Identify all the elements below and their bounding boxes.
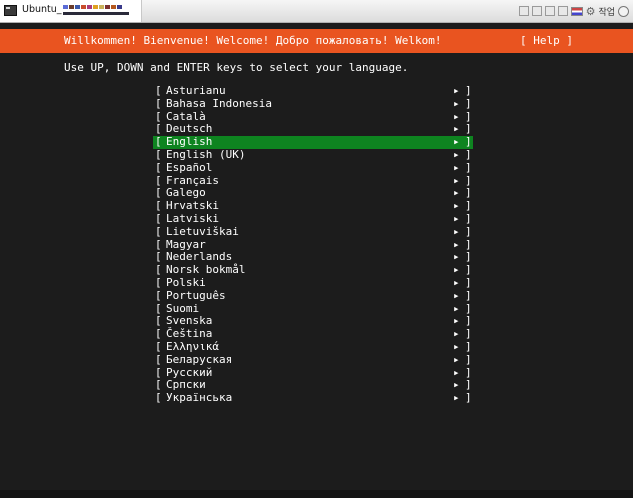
installer-window: Ubuntu_ ⚙ 작업 Willkommen! Bienvenue! Welc…: [0, 0, 633, 498]
open-bracket: [: [155, 339, 162, 353]
language-item[interactable]: [ Беларуская ▸]: [153, 352, 473, 367]
close-bracket: ]: [465, 288, 472, 302]
language-item[interactable]: [ Ελληνικά ▸]: [153, 339, 473, 354]
close-bracket: ]: [465, 224, 472, 238]
language-item[interactable]: [ Português ▸]: [153, 288, 473, 303]
close-bracket: ]: [465, 352, 472, 366]
language-name: Español: [166, 160, 213, 174]
window-button[interactable]: [557, 6, 568, 16]
language-item[interactable]: [ Lietuviškai ▸]: [153, 224, 473, 239]
language-name: Bahasa Indonesia: [166, 96, 272, 110]
open-bracket: [: [155, 352, 162, 366]
circle-button-icon[interactable]: [618, 5, 629, 17]
restore-button[interactable]: [531, 6, 542, 16]
language-item[interactable]: [ Bahasa Indonesia ▸]: [153, 96, 473, 111]
bottom-edge: [0, 490, 633, 498]
language-name: Polski: [166, 275, 206, 289]
welcome-text: Willkommen! Bienvenue! Welcome! Добро по…: [64, 34, 442, 47]
language-name: Português: [166, 288, 226, 302]
close-bracket: ]: [465, 147, 472, 161]
title-bar: Ubuntu_ ⚙ 작업: [0, 0, 633, 23]
submenu-arrow-icon: ▸: [453, 339, 460, 353]
submenu-arrow-icon: ▸: [453, 391, 460, 405]
submenu-arrow-icon: ▸: [453, 147, 460, 161]
close-bracket: ]: [465, 211, 472, 225]
language-name: Asturianu: [166, 84, 226, 97]
tab-title: Ubuntu_: [22, 4, 62, 15]
submenu-arrow-icon: ▸: [453, 224, 460, 238]
close-bracket: ]: [465, 96, 472, 110]
language-name: Беларуская: [166, 352, 233, 366]
window-tab[interactable]: Ubuntu_: [0, 0, 142, 22]
open-bracket: [: [155, 160, 162, 174]
language-item[interactable]: [ Polski ▸]: [153, 275, 473, 290]
gear-icon[interactable]: ⚙: [586, 6, 596, 17]
language-item[interactable]: [ Español ▸]: [153, 160, 473, 175]
language-item[interactable]: [ Українська ▸]: [153, 391, 473, 405]
open-bracket: [: [155, 147, 162, 161]
language-item[interactable]: [ English (UK) ▸]: [153, 147, 473, 162]
welcome-header: Willkommen! Bienvenue! Welcome! Добро по…: [0, 29, 633, 53]
close-bracket: ]: [465, 84, 472, 97]
close-bracket: ]: [465, 391, 472, 405]
submenu-arrow-icon: ▸: [453, 275, 460, 289]
submenu-arrow-icon: ▸: [453, 211, 460, 225]
language-item[interactable]: [ Latviski ▸]: [153, 211, 473, 226]
language-name: Lietuviškai: [166, 224, 239, 238]
open-bracket: [: [155, 224, 162, 238]
submenu-arrow-icon: ▸: [453, 84, 460, 97]
title-bar-controls: ⚙ 작업: [518, 3, 629, 19]
language-list: [Asturianu ▸][Bahasa Indonesia ▸][Català ▸]…: [153, 84, 473, 405]
terminal-icon: [4, 5, 17, 16]
help-button[interactable]: [ Help ]: [520, 34, 573, 47]
open-bracket: [: [155, 84, 162, 97]
open-bracket: [: [155, 275, 162, 289]
open-bracket: [: [155, 288, 162, 302]
redacted-title-block: [63, 5, 129, 15]
open-bracket: [: [155, 391, 162, 405]
close-bracket: ]: [465, 275, 472, 289]
language-name: English (UK): [166, 147, 246, 161]
actions-menu-label[interactable]: 작업: [598, 5, 615, 18]
minimize-button[interactable]: [518, 6, 529, 16]
close-bracket: ]: [465, 339, 472, 353]
language-item[interactable]: [ Asturianu ▸]: [153, 84, 473, 98]
language-name: Latviski: [166, 211, 219, 225]
language-name: Українська: [166, 391, 233, 405]
maximize-button[interactable]: [544, 6, 555, 16]
close-bracket: ]: [465, 160, 472, 174]
submenu-arrow-icon: ▸: [453, 96, 460, 110]
instruction-text: Use UP, DOWN and ENTER keys to select yo…: [64, 61, 409, 74]
submenu-arrow-icon: ▸: [453, 352, 460, 366]
keyboard-flag-icon[interactable]: [570, 6, 583, 16]
language-name: Ελληνικά: [166, 339, 219, 353]
open-bracket: [: [155, 96, 162, 110]
open-bracket: [: [155, 211, 162, 225]
submenu-arrow-icon: ▸: [453, 288, 460, 302]
submenu-arrow-icon: ▸: [453, 160, 460, 174]
